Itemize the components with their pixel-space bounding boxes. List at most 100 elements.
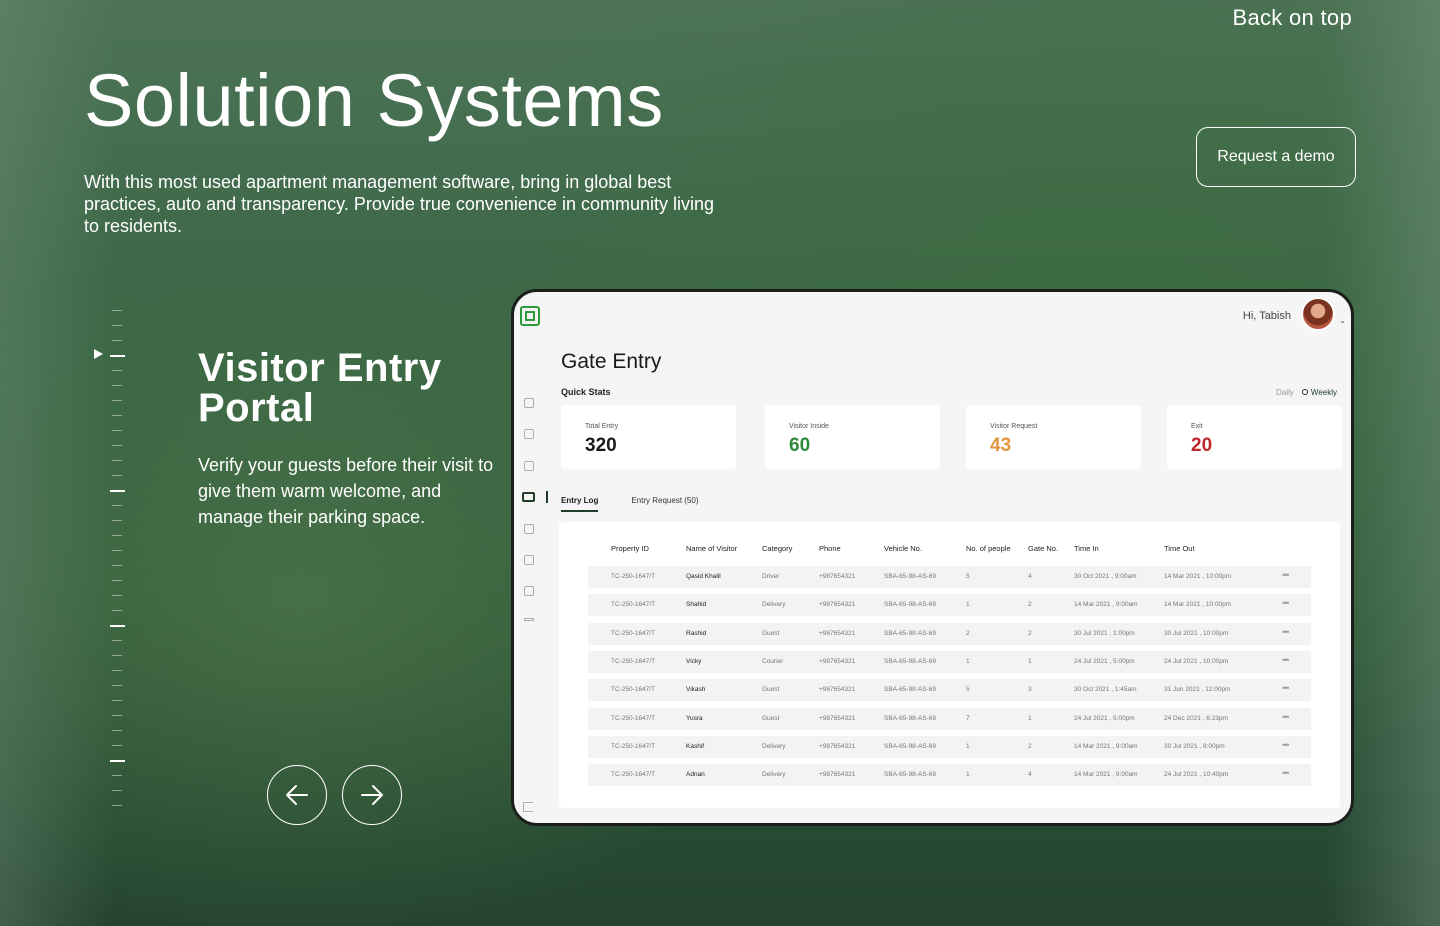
table-row[interactable]: TC-250-1647/T Shahid Delivery +987654321 SBA…	[588, 594, 1311, 617]
ruler-tick	[112, 505, 122, 506]
table-cell: 2	[1028, 601, 1032, 609]
progress-ruler[interactable]	[110, 310, 126, 810]
next-slide-button[interactable]	[342, 765, 402, 825]
table-cell: TC-250-1647/T	[611, 714, 656, 722]
table-cell: 24 Jul 2021 , 10:00pm	[1164, 657, 1229, 665]
stat-label: Visitor Request	[990, 423, 1038, 430]
user-greeting: Hi, Tabish	[1242, 310, 1291, 322]
table-cell: TC-250-1647/T	[611, 771, 656, 779]
ruler-tick	[112, 520, 122, 521]
ruler-major-tick	[110, 760, 125, 762]
arrow-right-icon	[361, 785, 383, 805]
table-cell: 14 Mar 2021 , 9:00am	[1074, 601, 1138, 609]
app-screenshot: Hi, Tabish ⌄ Gate Entry Quick Stats Dail…	[511, 289, 1354, 826]
column-header: Property ID	[611, 544, 649, 553]
ruler-tick	[112, 370, 122, 371]
gate-entry-icon[interactable]	[522, 492, 535, 502]
ruler-tick	[112, 715, 122, 716]
table-cell: SBA-65-98-AS-69	[884, 601, 937, 609]
menu-icon[interactable]	[524, 618, 534, 621]
table-cell: Delivery	[762, 601, 786, 609]
column-header: Time Out	[1164, 544, 1195, 553]
table-cell: +987654321	[819, 771, 856, 779]
feature-title: Visitor Entry Portal	[198, 346, 442, 430]
ruler-tick	[112, 310, 122, 311]
back-on-top-link[interactable]: Back on top	[1233, 5, 1353, 31]
more-horizontal-icon[interactable]: •••	[1282, 598, 1290, 608]
table-cell: Delivery	[762, 771, 786, 779]
table-cell: +987654321	[819, 657, 856, 665]
more-horizontal-icon[interactable]: •••	[1282, 570, 1290, 580]
table-cell: 14 Mar 2021 , 10:00pm	[1164, 601, 1232, 609]
document-icon[interactable]	[524, 586, 534, 596]
dashboard-icon[interactable]	[524, 398, 534, 408]
play-icon	[94, 349, 103, 359]
tab-entry-log[interactable]: Entry Log	[561, 496, 599, 512]
stat-value: 20	[1191, 435, 1213, 456]
table-row[interactable]: TC-250-1647/T Yusra Guest +987654321 SBA-65-…	[588, 707, 1311, 730]
table-cell: Driver	[762, 573, 780, 580]
bill-icon[interactable]	[524, 461, 534, 471]
request-demo-button[interactable]: Request a demo	[1196, 127, 1356, 187]
ruler-tick	[112, 400, 122, 401]
table-cell: +987654321	[819, 742, 856, 750]
table-cell: Vikash	[686, 686, 706, 694]
logout-icon[interactable]	[523, 802, 533, 812]
ruler-major-tick	[110, 355, 125, 357]
stat-label: Exit	[1191, 423, 1203, 430]
table-cell: 31 Jun 2021 , 12:00pm	[1164, 686, 1231, 694]
table-cell: +987654321	[819, 573, 856, 580]
more-horizontal-icon[interactable]: •••	[1282, 655, 1290, 665]
period-toggle[interactable]: Daily Weekly	[1276, 388, 1337, 397]
chevron-down-icon[interactable]: ⌄	[1339, 316, 1346, 325]
more-horizontal-icon[interactable]: •••	[1282, 740, 1290, 750]
arrow-left-icon	[286, 785, 308, 805]
column-header: No. of people	[966, 544, 1011, 553]
tab-entry-request[interactable]: Entry Request (50)	[631, 496, 698, 512]
more-horizontal-icon[interactable]: •••	[1282, 627, 1290, 637]
period-daily[interactable]: Daily	[1276, 388, 1294, 397]
ruler-tick	[112, 790, 122, 791]
ruler-tick	[112, 550, 122, 551]
sidebar-active-indicator	[546, 491, 548, 503]
table-cell: 3	[1028, 686, 1032, 694]
more-horizontal-icon[interactable]: •••	[1282, 683, 1290, 693]
table-cell: Adnan	[686, 771, 705, 779]
ruler-major-tick	[110, 490, 125, 492]
table-row[interactable]: TC-250-1647/T Vicky Courier +987654321 SBA-6…	[588, 650, 1311, 673]
previous-slide-button[interactable]	[267, 765, 327, 825]
ruler-tick	[112, 595, 122, 596]
table-cell: 4	[1028, 771, 1032, 779]
table-row[interactable]: TC-250-1647/T Vikash Guest +987654321 SBA-65…	[588, 679, 1311, 702]
more-horizontal-icon[interactable]: •••	[1282, 712, 1290, 722]
table-cell: Courier	[762, 657, 784, 665]
table-cell: TC-250-1647/T	[611, 742, 656, 750]
avatar[interactable]	[1301, 297, 1335, 331]
period-weekly[interactable]: Weekly	[1301, 388, 1337, 397]
table-cell: Vicky	[686, 657, 702, 665]
column-header: Vehicle No.	[884, 544, 922, 553]
table-cell: 1	[1028, 657, 1032, 665]
stat-label: Total Entry	[585, 423, 619, 430]
building-icon[interactable]	[524, 429, 534, 439]
table-cell: 24 Jul 2021 , 10:40pm	[1164, 771, 1229, 779]
table-row[interactable]: TC-250-1647/T Rashid Guest +987654321 SBA-65…	[588, 622, 1311, 645]
table-cell: 1	[966, 657, 970, 665]
ruler-tick	[112, 655, 122, 656]
table-cell: 2	[1028, 629, 1032, 637]
stat-value: 43	[990, 435, 1012, 456]
community-icon[interactable]	[524, 555, 534, 565]
table-row[interactable]: TC-250-1647/T Kashif Delivery +987654321 SBA…	[588, 735, 1311, 758]
more-horizontal-icon[interactable]: •••	[1282, 768, 1290, 778]
stat-label: Visitor Inside	[789, 423, 829, 430]
table-cell: TC-250-1647/T	[611, 686, 656, 694]
stat-value: 320	[585, 435, 617, 456]
table-cell: SBA-65-98-AS-69	[884, 629, 937, 637]
table-row[interactable]: TC-250-1647/T Adnan Delivery +987654321 SBA-…	[588, 764, 1311, 787]
ruler-tick	[112, 730, 122, 731]
ruler-tick	[112, 385, 122, 386]
complex-icon[interactable]	[524, 524, 534, 534]
table-cell: 24 Dec 2021 , 6:23pm	[1164, 714, 1228, 722]
table-row[interactable]: TC-250-1647/T Qasid Khalil Driver +98765432…	[588, 566, 1311, 588]
table-cell: 1	[966, 601, 970, 609]
